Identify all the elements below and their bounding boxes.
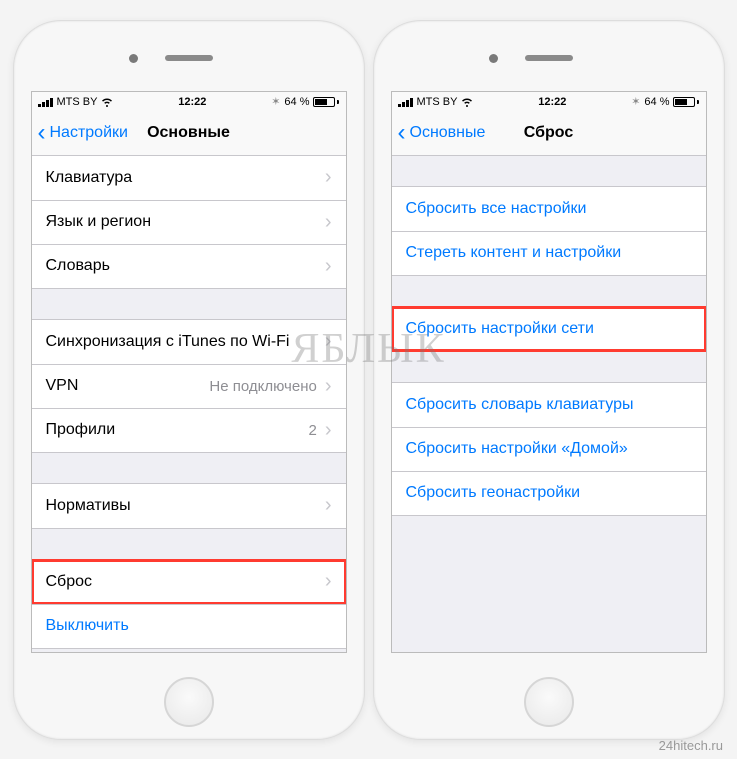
row-keyboard[interactable]: Клавиатура › bbox=[32, 156, 346, 200]
group-1: Сбросить все настройки Стереть контент и… bbox=[392, 186, 706, 276]
row-label: Синхронизация с iTunes по Wi-Fi bbox=[46, 333, 325, 351]
row-label: Нормативы bbox=[46, 497, 325, 515]
battery-percent: 64 % bbox=[284, 96, 309, 108]
nav-bar: ‹ Основные Сброс bbox=[392, 112, 706, 156]
row-erase-all[interactable]: Стереть контент и настройки bbox=[392, 231, 706, 275]
screen: MTS BY 12:22 ✶ 64 % ‹ Настройки Основные bbox=[31, 91, 347, 653]
row-label: Сбросить настройки «Домой» bbox=[406, 440, 692, 458]
row-itunes-wifi[interactable]: Синхронизация с iTunes по Wi-Fi › bbox=[32, 320, 346, 364]
group-2: Сбросить настройки сети bbox=[392, 306, 706, 352]
chevron-right-icon: › bbox=[325, 211, 332, 234]
front-camera bbox=[129, 54, 138, 63]
back-button[interactable]: ‹ Основные bbox=[398, 124, 486, 142]
row-dictionary[interactable]: Словарь › bbox=[32, 244, 346, 288]
row-label: Профили bbox=[46, 421, 309, 439]
status-bar: MTS BY 12:22 ✶ 64 % bbox=[32, 92, 346, 112]
row-label: Словарь bbox=[46, 257, 325, 275]
row-reset-home[interactable]: Сбросить настройки «Домой» bbox=[392, 427, 706, 471]
speaker bbox=[165, 55, 213, 61]
group-2: Синхронизация с iTunes по Wi-Fi › VPN Не… bbox=[32, 319, 346, 453]
speaker bbox=[525, 55, 573, 61]
carrier-label: MTS BY bbox=[57, 96, 98, 108]
group-1: Клавиатура › Язык и регион › Словарь › bbox=[32, 156, 346, 289]
chevron-right-icon: › bbox=[325, 330, 332, 353]
bluetooth-icon: ✶ bbox=[631, 95, 640, 108]
bluetooth-icon: ✶ bbox=[271, 95, 280, 108]
back-button[interactable]: ‹ Настройки bbox=[38, 124, 128, 142]
signal-icon bbox=[38, 97, 53, 107]
row-reset-location[interactable]: Сбросить геонастройки bbox=[392, 471, 706, 515]
row-label: VPN bbox=[46, 377, 210, 395]
chevron-right-icon: › bbox=[325, 494, 332, 517]
back-label: Основные bbox=[410, 124, 486, 142]
phone-right: MTS BY 12:22 ✶ 64 % ‹ Основные Сброс bbox=[373, 20, 725, 740]
row-label: Язык и регион bbox=[46, 213, 325, 231]
clock: 12:22 bbox=[538, 96, 566, 108]
row-reset-all[interactable]: Сбросить все настройки bbox=[392, 187, 706, 231]
battery-icon bbox=[673, 97, 699, 107]
row-detail: Не подключено bbox=[209, 378, 316, 395]
group-3: Нормативы › bbox=[32, 483, 346, 529]
row-reset[interactable]: Сброс › bbox=[32, 560, 346, 604]
signal-icon bbox=[398, 97, 413, 107]
carrier-label: MTS BY bbox=[417, 96, 458, 108]
row-reset-keyboard[interactable]: Сбросить словарь клавиатуры bbox=[392, 383, 706, 427]
front-camera bbox=[489, 54, 498, 63]
row-detail: 2 bbox=[308, 422, 316, 439]
nav-bar: ‹ Настройки Основные bbox=[32, 112, 346, 156]
row-label: Клавиатура bbox=[46, 169, 325, 187]
content: Клавиатура › Язык и регион › Словарь › С… bbox=[32, 156, 346, 652]
row-label: Сброс bbox=[46, 573, 325, 591]
row-label: Стереть контент и настройки bbox=[406, 244, 692, 262]
group-4: Сброс › Выключить bbox=[32, 559, 346, 649]
chevron-right-icon: › bbox=[325, 255, 332, 278]
group-3: Сбросить словарь клавиатуры Сбросить нас… bbox=[392, 382, 706, 516]
home-button[interactable] bbox=[164, 677, 214, 727]
wifi-icon bbox=[101, 96, 113, 108]
chevron-right-icon: › bbox=[325, 419, 332, 442]
chevron-left-icon: ‹ bbox=[38, 126, 46, 140]
row-label: Сбросить геонастройки bbox=[406, 484, 692, 502]
phone-left: MTS BY 12:22 ✶ 64 % ‹ Настройки Основные bbox=[13, 20, 365, 740]
row-vpn[interactable]: VPN Не подключено › bbox=[32, 364, 346, 408]
back-label: Настройки bbox=[50, 124, 128, 142]
spacer bbox=[392, 156, 706, 186]
row-reset-network[interactable]: Сбросить настройки сети bbox=[392, 307, 706, 351]
credit: 24hitech.ru bbox=[659, 738, 723, 753]
home-button[interactable] bbox=[524, 677, 574, 727]
row-label: Сбросить настройки сети bbox=[406, 320, 692, 338]
row-shutdown[interactable]: Выключить bbox=[32, 604, 346, 648]
status-bar: MTS BY 12:22 ✶ 64 % bbox=[392, 92, 706, 112]
clock: 12:22 bbox=[178, 96, 206, 108]
row-regulatory[interactable]: Нормативы › bbox=[32, 484, 346, 528]
chevron-left-icon: ‹ bbox=[398, 126, 406, 140]
chevron-right-icon: › bbox=[325, 570, 332, 593]
row-label: Выключить bbox=[46, 617, 332, 635]
row-language[interactable]: Язык и регион › bbox=[32, 200, 346, 244]
row-label: Сбросить все настройки bbox=[406, 200, 692, 218]
battery-percent: 64 % bbox=[644, 96, 669, 108]
chevron-right-icon: › bbox=[325, 375, 332, 398]
screen: MTS BY 12:22 ✶ 64 % ‹ Основные Сброс bbox=[391, 91, 707, 653]
row-label: Сбросить словарь клавиатуры bbox=[406, 396, 692, 414]
row-profiles[interactable]: Профили 2 › bbox=[32, 408, 346, 452]
battery-icon bbox=[313, 97, 339, 107]
chevron-right-icon: › bbox=[325, 166, 332, 189]
wifi-icon bbox=[461, 96, 473, 108]
content: Сбросить все настройки Стереть контент и… bbox=[392, 156, 706, 652]
